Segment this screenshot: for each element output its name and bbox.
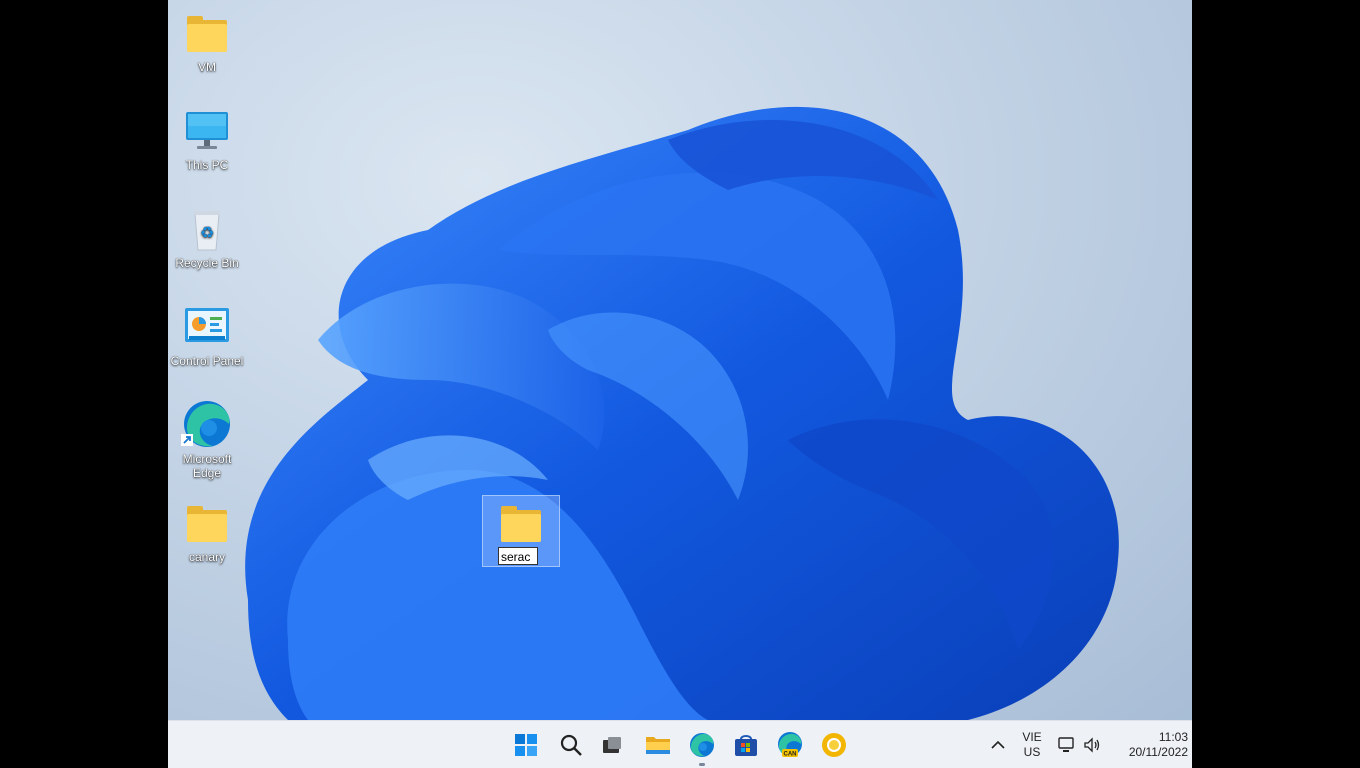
keyboard-layout-label: US	[1023, 745, 1041, 759]
quick-settings-button[interactable]	[1054, 727, 1106, 763]
search-icon	[560, 734, 582, 756]
desktop-icon-recycle-bin[interactable]: ♻ Recycle Bin	[169, 206, 245, 270]
rename-input[interactable]: serac	[498, 547, 538, 565]
start-icon	[515, 734, 537, 756]
show-hidden-icons-button[interactable]	[980, 727, 1016, 763]
chevron-up-icon	[991, 740, 1005, 749]
folder-icon	[183, 10, 231, 58]
edge-canary-button[interactable]: CAN	[772, 727, 808, 763]
desktop-icon-vm[interactable]: VM	[169, 10, 245, 74]
recycle-bin-icon: ♻	[183, 206, 231, 254]
language-label: VIE	[1022, 730, 1042, 744]
desktop-icon-label: This PC	[185, 158, 229, 172]
clock-date: 20/11/2022	[1128, 745, 1188, 759]
wallpaper	[168, 0, 1192, 720]
running-indicator	[699, 763, 705, 766]
input-language-indicator[interactable]: VIE US	[1016, 730, 1048, 760]
folder-icon	[183, 500, 231, 548]
task-view-button[interactable]	[594, 727, 630, 763]
clock[interactable]: 11:03 20/11/2022	[1112, 730, 1188, 760]
desktop-icon-label: VM	[198, 60, 216, 74]
chrome-canary-icon	[822, 733, 846, 757]
svg-text:♻: ♻	[200, 223, 214, 242]
folder-icon	[497, 500, 545, 548]
monitor-icon	[183, 108, 231, 156]
start-button[interactable]	[508, 727, 544, 763]
edge-taskbar-button[interactable]	[684, 727, 720, 766]
clock-time: 11:03	[1158, 730, 1188, 744]
volume-icon	[1084, 737, 1100, 753]
desktop-icon-canary[interactable]: canary	[169, 500, 245, 564]
control-panel-icon	[183, 304, 231, 352]
desktop-icon-label: canary	[188, 550, 226, 564]
taskbar: CAN VIE US 11:03 20/11/2022	[168, 720, 1192, 768]
file-explorer-button[interactable]	[640, 727, 676, 763]
desktop-icon-control-panel[interactable]: Control Panel	[169, 304, 245, 368]
edge-icon	[181, 398, 233, 450]
chrome-canary-button[interactable]	[816, 727, 852, 763]
desktop-icon-label: Control Panel	[170, 354, 244, 368]
store-icon	[735, 735, 757, 756]
desktop-icon-label: Microsoft Edge	[182, 452, 232, 480]
bloom-wallpaper-graphic	[245, 106, 1119, 720]
search-button[interactable]	[553, 727, 589, 763]
network-icon	[1058, 737, 1074, 752]
desktop-icon-label: Recycle Bin	[175, 256, 239, 270]
edge-icon	[690, 733, 714, 757]
task-view-icon	[603, 737, 621, 753]
desktop-icon-microsoft-edge[interactable]: Microsoft Edge	[169, 398, 245, 480]
store-button[interactable]	[728, 727, 764, 763]
desktop-screen: VM This PC ♻ Recycle Bin Control Panel M…	[168, 0, 1192, 768]
canary-badge-label: CAN	[784, 752, 797, 758]
edge-canary-icon: CAN	[778, 732, 802, 758]
file-explorer-icon	[646, 737, 670, 754]
desktop-icon-this-pc[interactable]: This PC	[169, 108, 245, 172]
